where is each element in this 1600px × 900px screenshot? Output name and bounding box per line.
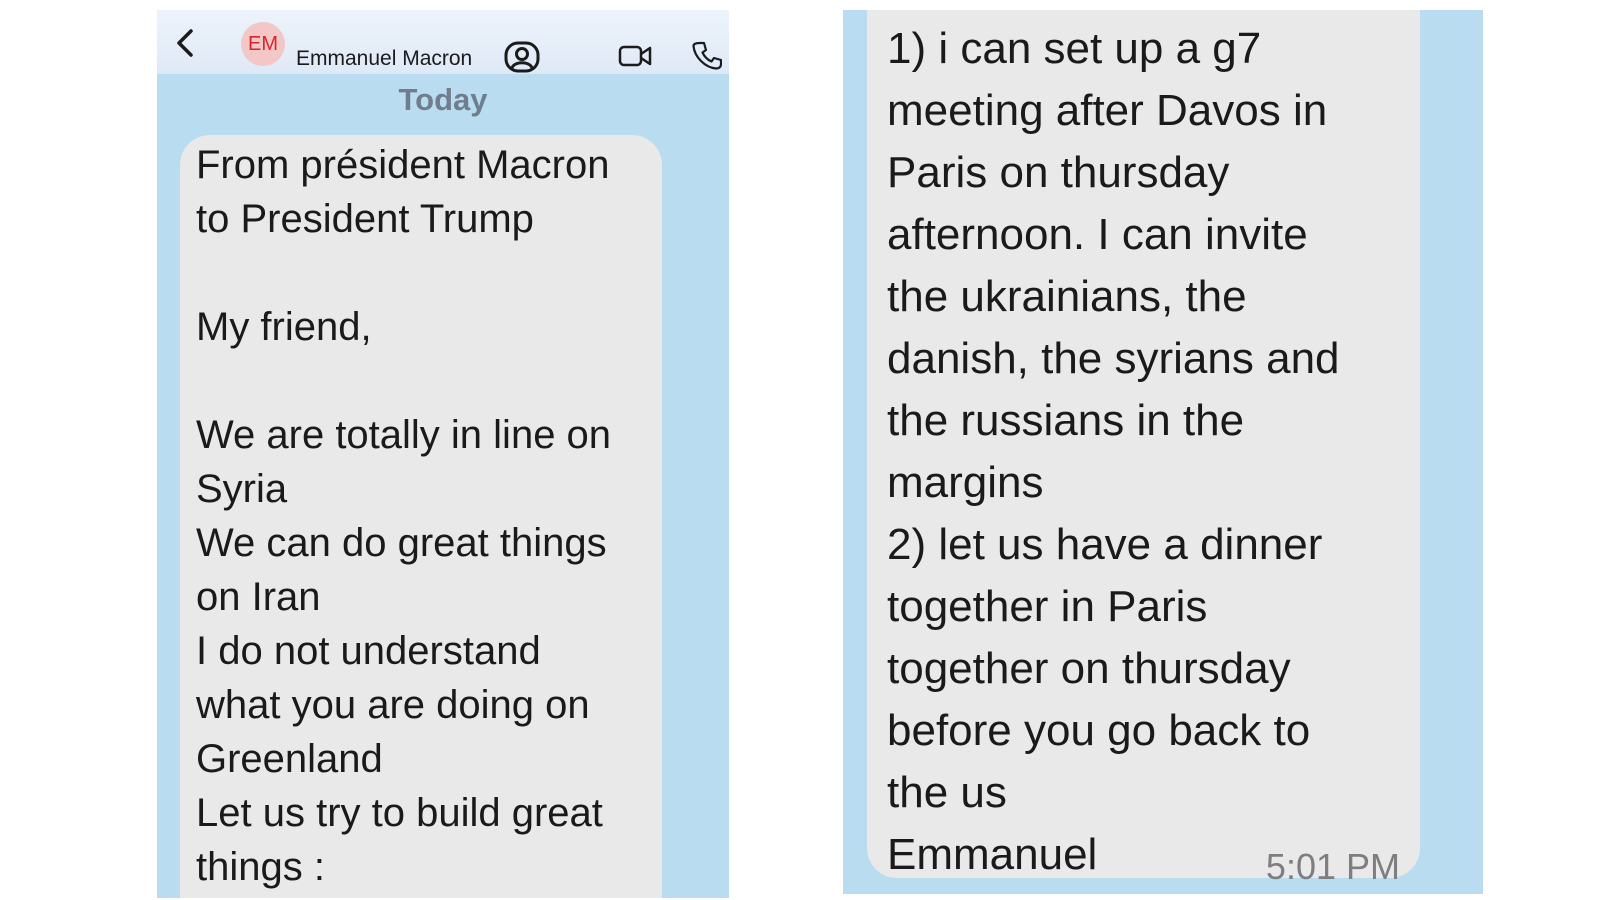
message-bubble[interactable]: From président Macron to President Trump… bbox=[180, 135, 662, 898]
message-text-continued: 1) i can set up a g7 meeting after Davos… bbox=[887, 24, 1340, 879]
video-icon[interactable] bbox=[618, 44, 652, 68]
chat-screenshot-right: 1) i can set up a g7 meeting after Davos… bbox=[843, 10, 1483, 894]
contact-name[interactable]: Emmanuel Macron bbox=[296, 47, 472, 71]
chevron-left-icon[interactable] bbox=[173, 28, 199, 58]
avatar[interactable]: EM bbox=[241, 22, 285, 66]
contact-card-icon[interactable] bbox=[504, 41, 540, 73]
message-timestamp: 5:01 PM bbox=[1265, 846, 1400, 887]
phone-icon[interactable] bbox=[692, 40, 722, 70]
message-text: From président Macron to President Trump… bbox=[196, 143, 612, 889]
day-separator: Today bbox=[398, 82, 488, 117]
chat-screenshot-left: EM Emmanuel Macron Today From président … bbox=[157, 10, 729, 898]
chat-header: EM Emmanuel Macron bbox=[157, 10, 729, 74]
message-bubble-continued[interactable]: 1) i can set up a g7 meeting after Davos… bbox=[867, 10, 1420, 887]
